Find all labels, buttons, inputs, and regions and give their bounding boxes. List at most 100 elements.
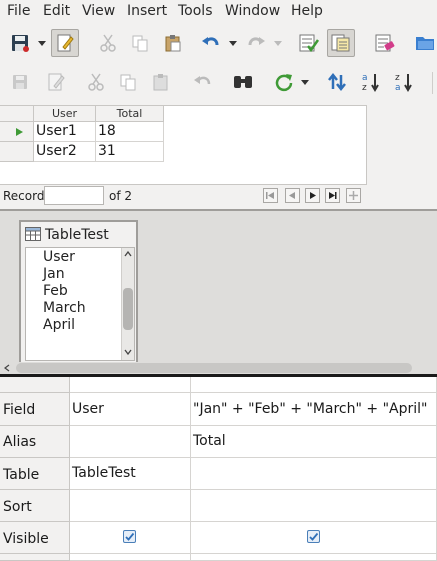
table-cell[interactable]: TableTest bbox=[70, 458, 191, 490]
checkmark-icon bbox=[309, 532, 319, 541]
cut-icon[interactable] bbox=[94, 29, 122, 57]
visible-cell bbox=[191, 522, 437, 554]
grid-corner bbox=[0, 106, 34, 122]
last-record-icon[interactable] bbox=[325, 188, 340, 203]
svg-text:z: z bbox=[395, 73, 400, 83]
table-window-title: TableTest bbox=[45, 227, 109, 243]
field-list-scrollbar[interactable] bbox=[121, 248, 134, 360]
field-list: User Jan Feb March April bbox=[25, 247, 135, 361]
alias-cell[interactable]: Total bbox=[191, 426, 437, 458]
chevron-down-icon[interactable] bbox=[300, 78, 310, 88]
chevron-down-icon[interactable] bbox=[37, 39, 47, 49]
row-label-sort: Sort bbox=[0, 490, 70, 522]
menu-help[interactable]: Help bbox=[291, 3, 323, 19]
refresh-icon[interactable] bbox=[270, 68, 298, 96]
cell-total[interactable]: 31 bbox=[96, 142, 164, 162]
table-icon bbox=[25, 227, 41, 241]
sort-cell[interactable] bbox=[70, 490, 191, 522]
scrollbar-thumb[interactable] bbox=[123, 288, 133, 330]
save-record-icon[interactable] bbox=[6, 68, 34, 96]
design-cell[interactable] bbox=[70, 554, 191, 561]
copy-icon[interactable] bbox=[114, 68, 142, 96]
scrollbar-thumb[interactable] bbox=[16, 363, 412, 373]
column-header[interactable] bbox=[191, 377, 437, 393]
menu-edit[interactable]: Edit bbox=[43, 3, 70, 19]
table-window[interactable]: TableTest User Jan Feb March April bbox=[19, 220, 138, 365]
table-cell[interactable] bbox=[191, 458, 437, 490]
record-number-input[interactable] bbox=[44, 186, 104, 205]
chevron-down-icon[interactable] bbox=[273, 39, 283, 49]
menu-tools[interactable]: Tools bbox=[178, 3, 213, 19]
record-count-label: of 2 bbox=[109, 189, 133, 203]
menu-insert[interactable]: Insert bbox=[127, 3, 167, 19]
design-toolbar bbox=[0, 25, 437, 61]
chevron-up-icon[interactable] bbox=[124, 251, 132, 257]
cell-total[interactable]: 18 bbox=[96, 122, 164, 142]
edit-data-icon[interactable] bbox=[42, 68, 70, 96]
previous-record-icon[interactable] bbox=[285, 188, 300, 203]
design-cell[interactable] bbox=[191, 554, 437, 561]
undo-icon[interactable] bbox=[197, 29, 225, 57]
chevron-down-icon[interactable] bbox=[124, 349, 132, 355]
sort-descending-icon[interactable]: za bbox=[390, 68, 418, 96]
data-toolbar: az za bbox=[0, 64, 437, 100]
chevron-left-icon[interactable] bbox=[4, 364, 10, 372]
alias-cell[interactable] bbox=[70, 426, 191, 458]
results-grid: User Total User1 18 User2 31 bbox=[0, 105, 367, 185]
add-tables-icon[interactable] bbox=[295, 29, 323, 57]
list-item[interactable]: User bbox=[43, 249, 75, 265]
new-record-icon[interactable] bbox=[346, 188, 361, 203]
redo-icon[interactable] bbox=[242, 29, 270, 57]
column-header-user[interactable]: User bbox=[34, 106, 96, 122]
sort-icon[interactable] bbox=[323, 68, 351, 96]
record-label: Record bbox=[3, 189, 45, 203]
svg-text:z: z bbox=[362, 83, 367, 93]
menubar: File Edit View Insert Tools Window Help bbox=[0, 0, 437, 22]
row-label-table: Table bbox=[0, 458, 70, 490]
row-label-field: Field bbox=[0, 393, 70, 426]
save-icon[interactable] bbox=[6, 29, 34, 57]
row-header-current[interactable] bbox=[0, 122, 34, 142]
list-item[interactable]: April bbox=[43, 317, 75, 333]
visible-cell bbox=[70, 522, 191, 554]
list-item[interactable]: Feb bbox=[43, 283, 68, 299]
toolbar-separator bbox=[432, 72, 433, 94]
row-label-visible: Visible bbox=[0, 522, 70, 554]
design-view-icon[interactable] bbox=[327, 29, 355, 57]
edit-mode-icon[interactable] bbox=[51, 29, 79, 57]
undo-icon[interactable] bbox=[189, 68, 217, 96]
field-cell[interactable]: "Jan" + "Feb" + "March" + "April" bbox=[191, 393, 437, 426]
menu-view[interactable]: View bbox=[82, 3, 115, 19]
paste-icon[interactable] bbox=[159, 29, 187, 57]
list-item[interactable]: Jan bbox=[43, 266, 65, 282]
clear-query-icon[interactable] bbox=[371, 29, 399, 57]
column-header-total[interactable]: Total bbox=[96, 106, 164, 122]
row-header[interactable] bbox=[0, 142, 34, 162]
menu-file[interactable]: File bbox=[7, 3, 30, 19]
copy-icon[interactable] bbox=[126, 29, 154, 57]
record-navigator: Record of 2 bbox=[0, 184, 367, 206]
menu-window[interactable]: Window bbox=[225, 3, 280, 19]
cell-user[interactable]: User2 bbox=[34, 142, 96, 162]
cell-user[interactable]: User1 bbox=[34, 122, 96, 142]
design-grid-corner bbox=[0, 377, 70, 393]
field-cell[interactable]: User bbox=[70, 393, 191, 426]
folder-icon[interactable] bbox=[411, 29, 437, 57]
row-label bbox=[0, 554, 70, 561]
visible-checkbox[interactable] bbox=[307, 530, 320, 543]
first-record-icon[interactable] bbox=[263, 188, 278, 203]
list-item[interactable]: March bbox=[43, 300, 86, 316]
visible-checkbox[interactable] bbox=[123, 530, 136, 543]
next-record-icon[interactable] bbox=[305, 188, 320, 203]
table-pane-hscrollbar[interactable] bbox=[0, 362, 437, 374]
row-label-alias: Alias bbox=[0, 426, 70, 458]
sort-cell[interactable] bbox=[191, 490, 437, 522]
paste-icon[interactable] bbox=[147, 68, 175, 96]
chevron-down-icon[interactable] bbox=[228, 39, 238, 49]
find-icon[interactable] bbox=[229, 68, 257, 96]
sort-ascending-icon[interactable]: az bbox=[357, 68, 385, 96]
svg-text:a: a bbox=[395, 83, 401, 93]
column-header[interactable] bbox=[70, 377, 191, 393]
svg-text:a: a bbox=[362, 73, 368, 83]
cut-icon[interactable] bbox=[82, 68, 110, 96]
